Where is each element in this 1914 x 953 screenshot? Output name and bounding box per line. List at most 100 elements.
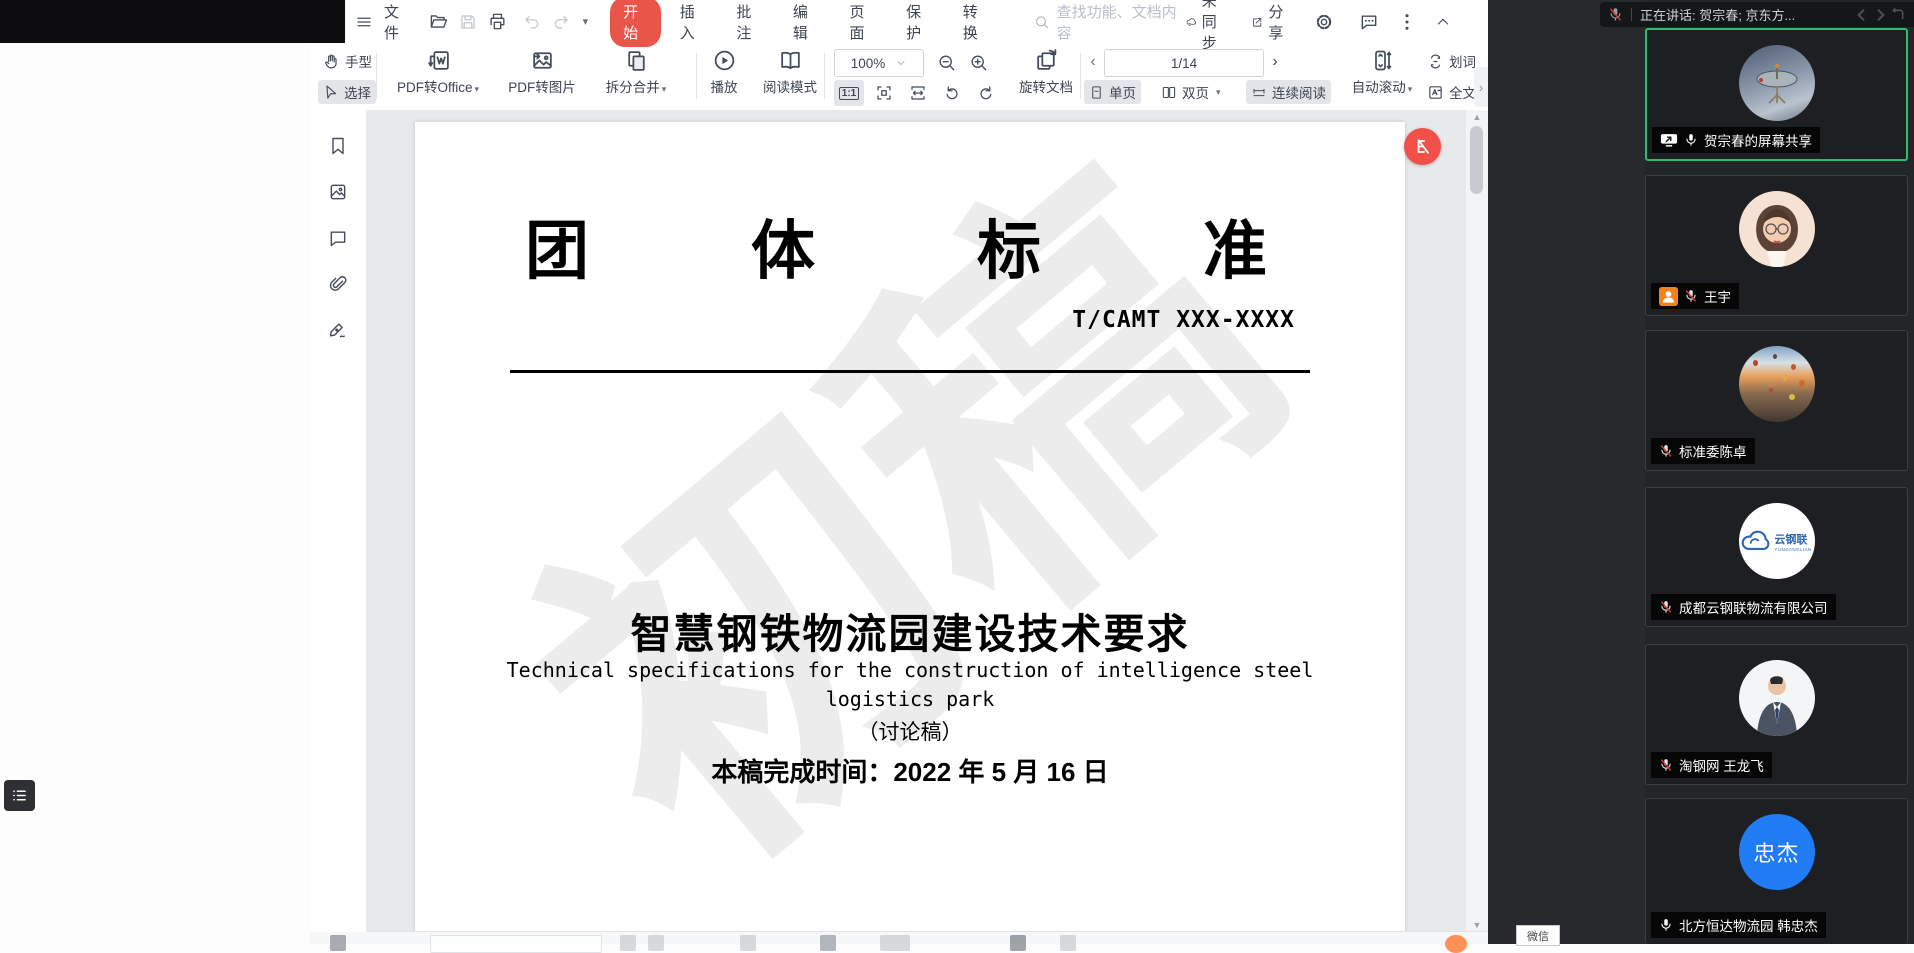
tab-convert[interactable]: 转换	[950, 0, 1001, 47]
standard-code: T/CAMT XXX-XXXX	[1072, 307, 1295, 333]
more-kebab-icon[interactable]	[1404, 13, 1410, 31]
file-menu[interactable]: 文件	[384, 1, 409, 43]
statusbar-input[interactable]	[430, 935, 602, 953]
auto-scroll-icon	[1370, 48, 1394, 73]
return-arrow-icon[interactable]	[1890, 7, 1906, 23]
bookmark-icon[interactable]	[328, 136, 348, 156]
double-page-icon	[1161, 85, 1177, 100]
pdf-to-office-button[interactable]: PDF转Office▾	[386, 48, 490, 96]
zoom-level-select[interactable]: 100%	[834, 49, 924, 77]
tab-insert[interactable]: 插入	[667, 0, 718, 47]
settings-gear-icon[interactable]	[1314, 12, 1334, 32]
pdf-to-image-button[interactable]: PDF转图片	[490, 48, 594, 96]
document-title-en-2: logistics park	[415, 687, 1405, 711]
participant-label: 淘钢网 王龙飞	[1651, 752, 1772, 778]
redo-button[interactable]	[552, 13, 570, 31]
toolbar-more-caret-icon[interactable]: ▾	[583, 15, 589, 28]
avatar-balloons-photo	[1739, 346, 1815, 422]
prev-view-arrow-icon[interactable]	[1854, 7, 1870, 23]
attachment-icon[interactable]	[328, 274, 348, 294]
image-thumbnail-icon[interactable]	[328, 182, 348, 202]
open-file-button[interactable]	[429, 12, 448, 31]
fit-page-button[interactable]	[870, 80, 898, 106]
word-translate-button[interactable]: 划词	[1422, 49, 1481, 73]
completion-date: 本稿完成时间：2022 年 5 月 16 日	[415, 752, 1405, 789]
wps-float-tool-badge[interactable]	[1404, 128, 1441, 165]
next-view-arrow-icon[interactable]	[1872, 7, 1888, 23]
document-title-cn: 智慧钢铁物流园建设技术要求	[415, 600, 1405, 660]
select-tool-button[interactable]: 选择	[318, 80, 376, 104]
double-page-button[interactable]: 双页▾	[1156, 80, 1226, 104]
tab-page[interactable]: 页面	[837, 0, 888, 47]
search-input[interactable]: 查找功能、文档内容	[1034, 1, 1186, 43]
scroll-up-arrow[interactable]: ▲	[1466, 112, 1488, 122]
standard-type-heading: 团体 标准	[525, 200, 1267, 292]
cloud-sync-icon	[1186, 12, 1197, 32]
actual-size-button[interactable]: 1:1	[834, 80, 864, 106]
logo-subtext: YUNGANGLIAN	[1774, 547, 1811, 552]
vertical-scrollbar[interactable]: ▲ ▼	[1466, 110, 1488, 932]
mic-on-icon	[1684, 132, 1698, 148]
screen-share-icon	[1660, 133, 1678, 147]
participant-tile[interactable]: 忠杰 北方恒达物流园 韩忠杰	[1645, 798, 1908, 944]
word-translate-icon	[1427, 53, 1444, 70]
statusbar-icon[interactable]	[880, 935, 910, 951]
page-number-input[interactable]: 1/14	[1104, 49, 1264, 77]
statusbar-icon[interactable]	[1060, 935, 1076, 951]
statusbar-icon[interactable]	[1010, 935, 1026, 951]
search-icon	[1034, 14, 1049, 30]
meeting-gutter	[1488, 0, 1645, 944]
statusbar-icon[interactable]	[330, 935, 346, 951]
document-page: 初稿 团体 标准 T/CAMT XXX-XXXX 智慧钢铁物流园建设技术要求 T…	[415, 122, 1405, 932]
statusbar-icon[interactable]	[820, 935, 836, 951]
zoom-in-button[interactable]	[964, 49, 992, 75]
participant-tile[interactable]: 标准委陈卓	[1645, 330, 1908, 471]
statusbar-icon[interactable]	[648, 935, 664, 951]
fit-width-button[interactable]	[904, 80, 932, 106]
muted-mic-icon	[1608, 7, 1623, 22]
share-button[interactable]: 分享	[1251, 1, 1289, 43]
scroll-down-arrow[interactable]: ▼	[1466, 920, 1488, 930]
continuous-reading-button[interactable]: 连续阅读	[1246, 80, 1331, 104]
play-icon	[712, 48, 737, 73]
single-page-icon	[1089, 85, 1104, 100]
navigation-panel	[310, 110, 367, 932]
rotate-right-button[interactable]	[972, 80, 1000, 106]
outline-toc-button[interactable]	[4, 780, 35, 811]
next-page-button[interactable]: ›	[1266, 49, 1284, 75]
ribbon-expander[interactable]: ›	[1474, 67, 1488, 107]
hamburger-menu-icon[interactable]	[355, 13, 373, 31]
scrollbar-thumb[interactable]	[1470, 126, 1483, 194]
undo-button[interactable]	[523, 13, 541, 31]
tab-annotate[interactable]: 批注	[723, 0, 774, 47]
signature-pen-icon[interactable]	[328, 320, 348, 340]
rotate-left-button[interactable]	[938, 80, 966, 106]
print-button[interactable]	[488, 12, 507, 31]
participant-tile[interactable]: 云钢联 YUNGANGLIAN 成都云钢联物流有限公司	[1645, 487, 1908, 627]
participant-tile[interactable]: 贺宗春的屏幕共享	[1645, 28, 1908, 161]
share-icon	[1251, 13, 1263, 31]
split-merge-button[interactable]: 拆分合并▾	[584, 48, 688, 96]
statusbar-icon[interactable]	[620, 935, 636, 951]
wps-logo-partial	[1445, 935, 1467, 953]
auto-scroll-button[interactable]: 自动滚动▾	[1334, 48, 1430, 96]
collapse-ribbon-icon[interactable]	[1435, 14, 1451, 30]
tab-protect[interactable]: 保护	[893, 0, 944, 47]
participant-label: 贺宗春的屏幕共享	[1652, 127, 1820, 153]
fulltext-translate-button[interactable]: 全文	[1422, 80, 1481, 104]
participant-tile[interactable]: 王宇	[1645, 175, 1908, 316]
feedback-chat-icon[interactable]	[1359, 12, 1379, 32]
statusbar-icon[interactable]	[740, 935, 756, 951]
speaking-banner-text: 正在讲话: 贺宗春; 京东方...	[1640, 5, 1795, 24]
save-button[interactable]	[459, 13, 477, 31]
comment-icon[interactable]	[328, 228, 348, 248]
prev-page-button[interactable]: ‹	[1084, 49, 1102, 75]
single-page-button[interactable]: 单页	[1084, 80, 1141, 104]
tab-edit[interactable]: 编辑	[780, 0, 831, 47]
list-outline-icon	[11, 787, 28, 804]
zoom-out-button[interactable]	[932, 49, 960, 75]
hand-tool-button[interactable]: 手型	[318, 49, 377, 73]
tab-home[interactable]: 开始	[610, 0, 661, 47]
chevron-down-icon	[895, 57, 907, 69]
participant-tile[interactable]: 淘钢网 王龙飞	[1645, 644, 1908, 785]
